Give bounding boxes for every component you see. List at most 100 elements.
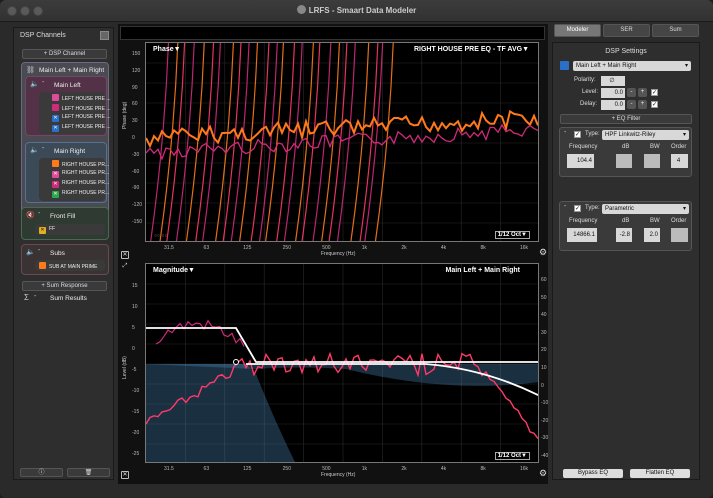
channel-label: Subs: [50, 250, 65, 257]
delay-checkbox[interactable]: ✓: [651, 101, 658, 108]
tick-label: -120: [132, 202, 143, 209]
phase-x-axis-label: Frequency (Hz): [321, 251, 356, 257]
phase-zoom-controls[interactable]: ○○ ○○: [154, 233, 167, 239]
tick-label: 250: [282, 466, 291, 472]
collapse-icon[interactable]: -: [564, 203, 566, 210]
magnitude-settings-gear-icon[interactable]: ⚙: [539, 469, 547, 478]
filter-1-db-field[interactable]: [616, 154, 632, 168]
add-dsp-channel-button[interactable]: + DSP Channel: [22, 49, 107, 59]
phase-trace-label[interactable]: RIGHT HOUSE PRE EQ - TF AVG▼: [414, 46, 529, 53]
list-item[interactable]: LEFT HOUSE PRE ...: [52, 94, 111, 102]
tick-label: 40: [541, 312, 547, 319]
flatten-eq-button[interactable]: Flatten EQ: [630, 469, 690, 478]
delay-field[interactable]: 0.0: [601, 100, 625, 110]
filter-1-enable-checkbox[interactable]: ✓: [574, 131, 581, 138]
item-label: LEFT HOUSE PRE ...: [62, 106, 111, 112]
filter-2-db-field[interactable]: -2.8: [616, 228, 632, 242]
filter-1-type-text: HPF Linkwitz-Riley: [605, 132, 656, 138]
phase-settings-gear-icon[interactable]: ⚙: [539, 248, 547, 257]
filter-2-order-field[interactable]: [671, 228, 688, 242]
collapse-icon[interactable]: -: [42, 79, 44, 86]
delay-increment-button[interactable]: +: [638, 100, 647, 109]
filter-2-bw-field[interactable]: 2.0: [644, 228, 660, 242]
phase-plot-title[interactable]: Phase▼: [153, 46, 181, 53]
collapse-icon[interactable]: -: [38, 210, 40, 217]
collapse-icon[interactable]: -: [564, 129, 566, 136]
tick-label: -60: [132, 168, 140, 175]
list-item[interactable]: RIGHT HOUSE PR...: [52, 160, 109, 168]
list-item[interactable]: ✕ FF: [39, 226, 55, 234]
level-field[interactable]: 0.0: [601, 88, 625, 98]
tick-label: -150: [132, 219, 143, 225]
filter-1-frequency-field[interactable]: 104.4: [567, 154, 594, 168]
tick-label: -10: [541, 400, 549, 407]
level-increment-button[interactable]: +: [638, 88, 647, 97]
tick-label: 15: [132, 283, 138, 289]
list-item[interactable]: ✕ LEFT HOUSE PRE ...: [52, 124, 111, 132]
tab-sum[interactable]: Sum: [652, 24, 699, 37]
polarity-toggle[interactable]: ∅: [601, 76, 625, 86]
list-item[interactable]: SUB AT MAIN PRIME: [39, 262, 97, 270]
magnitude-trace-magenta: [155, 319, 245, 347]
chevron-down-icon: ▾: [682, 132, 686, 138]
list-item[interactable]: ✕ RIGHT HOUSE PR...: [52, 180, 109, 188]
item-label: LEFT HOUSE PRE ...: [62, 96, 111, 102]
expand-icon[interactable]: ⤢: [121, 263, 129, 271]
tick-label: -40: [541, 453, 549, 459]
tab-modeler[interactable]: Modeler: [554, 24, 601, 37]
tick-label: 4k: [440, 466, 447, 472]
phase-plot[interactable]: Phase▼ RIGHT HOUSE PRE EQ - TF AVG▼ ○○ ○…: [145, 42, 539, 242]
phase-smoothing-select[interactable]: 1/12 Oct▼: [494, 231, 530, 239]
magnitude-plot[interactable]: Magnitude▼ Main Left + Main Right 1/12 O…: [145, 263, 539, 463]
channel-select[interactable]: Main Left + Main Right ▾: [573, 61, 691, 71]
collapse-icon[interactable]: -: [42, 145, 44, 152]
item-label: FF: [49, 226, 56, 232]
delay-decrement-button[interactable]: -: [627, 100, 636, 109]
filter-1-type-select[interactable]: HPF Linkwitz-Riley ▾: [602, 130, 689, 140]
tab-ser[interactable]: SER: [603, 24, 650, 37]
item-label: LEFT HOUSE PRE ...: [62, 114, 111, 120]
filter-2-frequency-field[interactable]: 14866.1: [567, 228, 597, 242]
speaker-icon[interactable]: 🔈: [26, 248, 35, 256]
level-decrement-button[interactable]: -: [627, 88, 636, 97]
tick-label: 10: [541, 365, 547, 371]
remove-icon: ✕: [39, 227, 46, 234]
speaker-icon[interactable]: 🔈: [30, 80, 39, 88]
list-item[interactable]: LEFT HOUSE PRE ...: [52, 104, 111, 112]
window-title-text: LRFS - Smaart Data Modeler: [308, 6, 417, 15]
filter-2-type-text: Parametric: [605, 206, 635, 212]
info-button[interactable]: ⓘ: [20, 468, 63, 477]
magnitude-smoothing-select[interactable]: 1/12 Oct▼: [494, 452, 530, 460]
filter-1-bw-field[interactable]: [644, 154, 660, 168]
list-item[interactable]: ✕ LEFT HOUSE PRE ...: [52, 114, 111, 122]
item-label: RIGHT HOUSE PR...: [62, 170, 110, 176]
collapse-icon[interactable]: -: [38, 247, 40, 254]
magnitude-plot-title[interactable]: Magnitude▼: [153, 267, 195, 274]
panel-toggle-button[interactable]: [100, 31, 109, 40]
order-label: Order: [671, 144, 687, 150]
collapse-icon[interactable]: -: [34, 293, 36, 300]
tick-label: 60: [132, 101, 138, 108]
magnitude-title-text: Magnitude: [153, 267, 188, 274]
speaker-icon[interactable]: 🔈: [30, 146, 39, 154]
target-curve: [146, 327, 538, 363]
bypass-eq-button[interactable]: Bypass EQ: [563, 469, 623, 478]
filter-2-enable-checkbox[interactable]: ✓: [574, 205, 581, 212]
filter-1-order-select[interactable]: 4: [671, 154, 688, 168]
phase-close-icon[interactable]: ✕: [121, 251, 129, 259]
tick-label: 250: [282, 245, 291, 251]
add-eq-filter-button[interactable]: + EQ Filter: [560, 114, 692, 124]
sum-results-label: Sum Results: [50, 295, 87, 302]
chevron-down-icon: ▾: [684, 63, 688, 69]
filter-2-type-select[interactable]: Parametric ▾: [602, 204, 689, 214]
magnitude-close-icon[interactable]: ✕: [121, 471, 129, 479]
add-sum-response-button[interactable]: + Sum Response: [22, 281, 107, 291]
file-icon: [52, 94, 59, 101]
delete-button[interactable]: 🗑: [67, 468, 110, 477]
phase-wrap-trace: [185, 43, 205, 241]
muted-speaker-icon[interactable]: 🔇: [26, 211, 35, 219]
level-checkbox[interactable]: ✓: [651, 89, 658, 96]
list-item[interactable]: ✕ RIGHT HOUSE PR...: [52, 170, 109, 178]
list-item[interactable]: ✕ RIGHT HOUSE PR...: [52, 190, 109, 198]
db-label: dB: [622, 144, 630, 150]
